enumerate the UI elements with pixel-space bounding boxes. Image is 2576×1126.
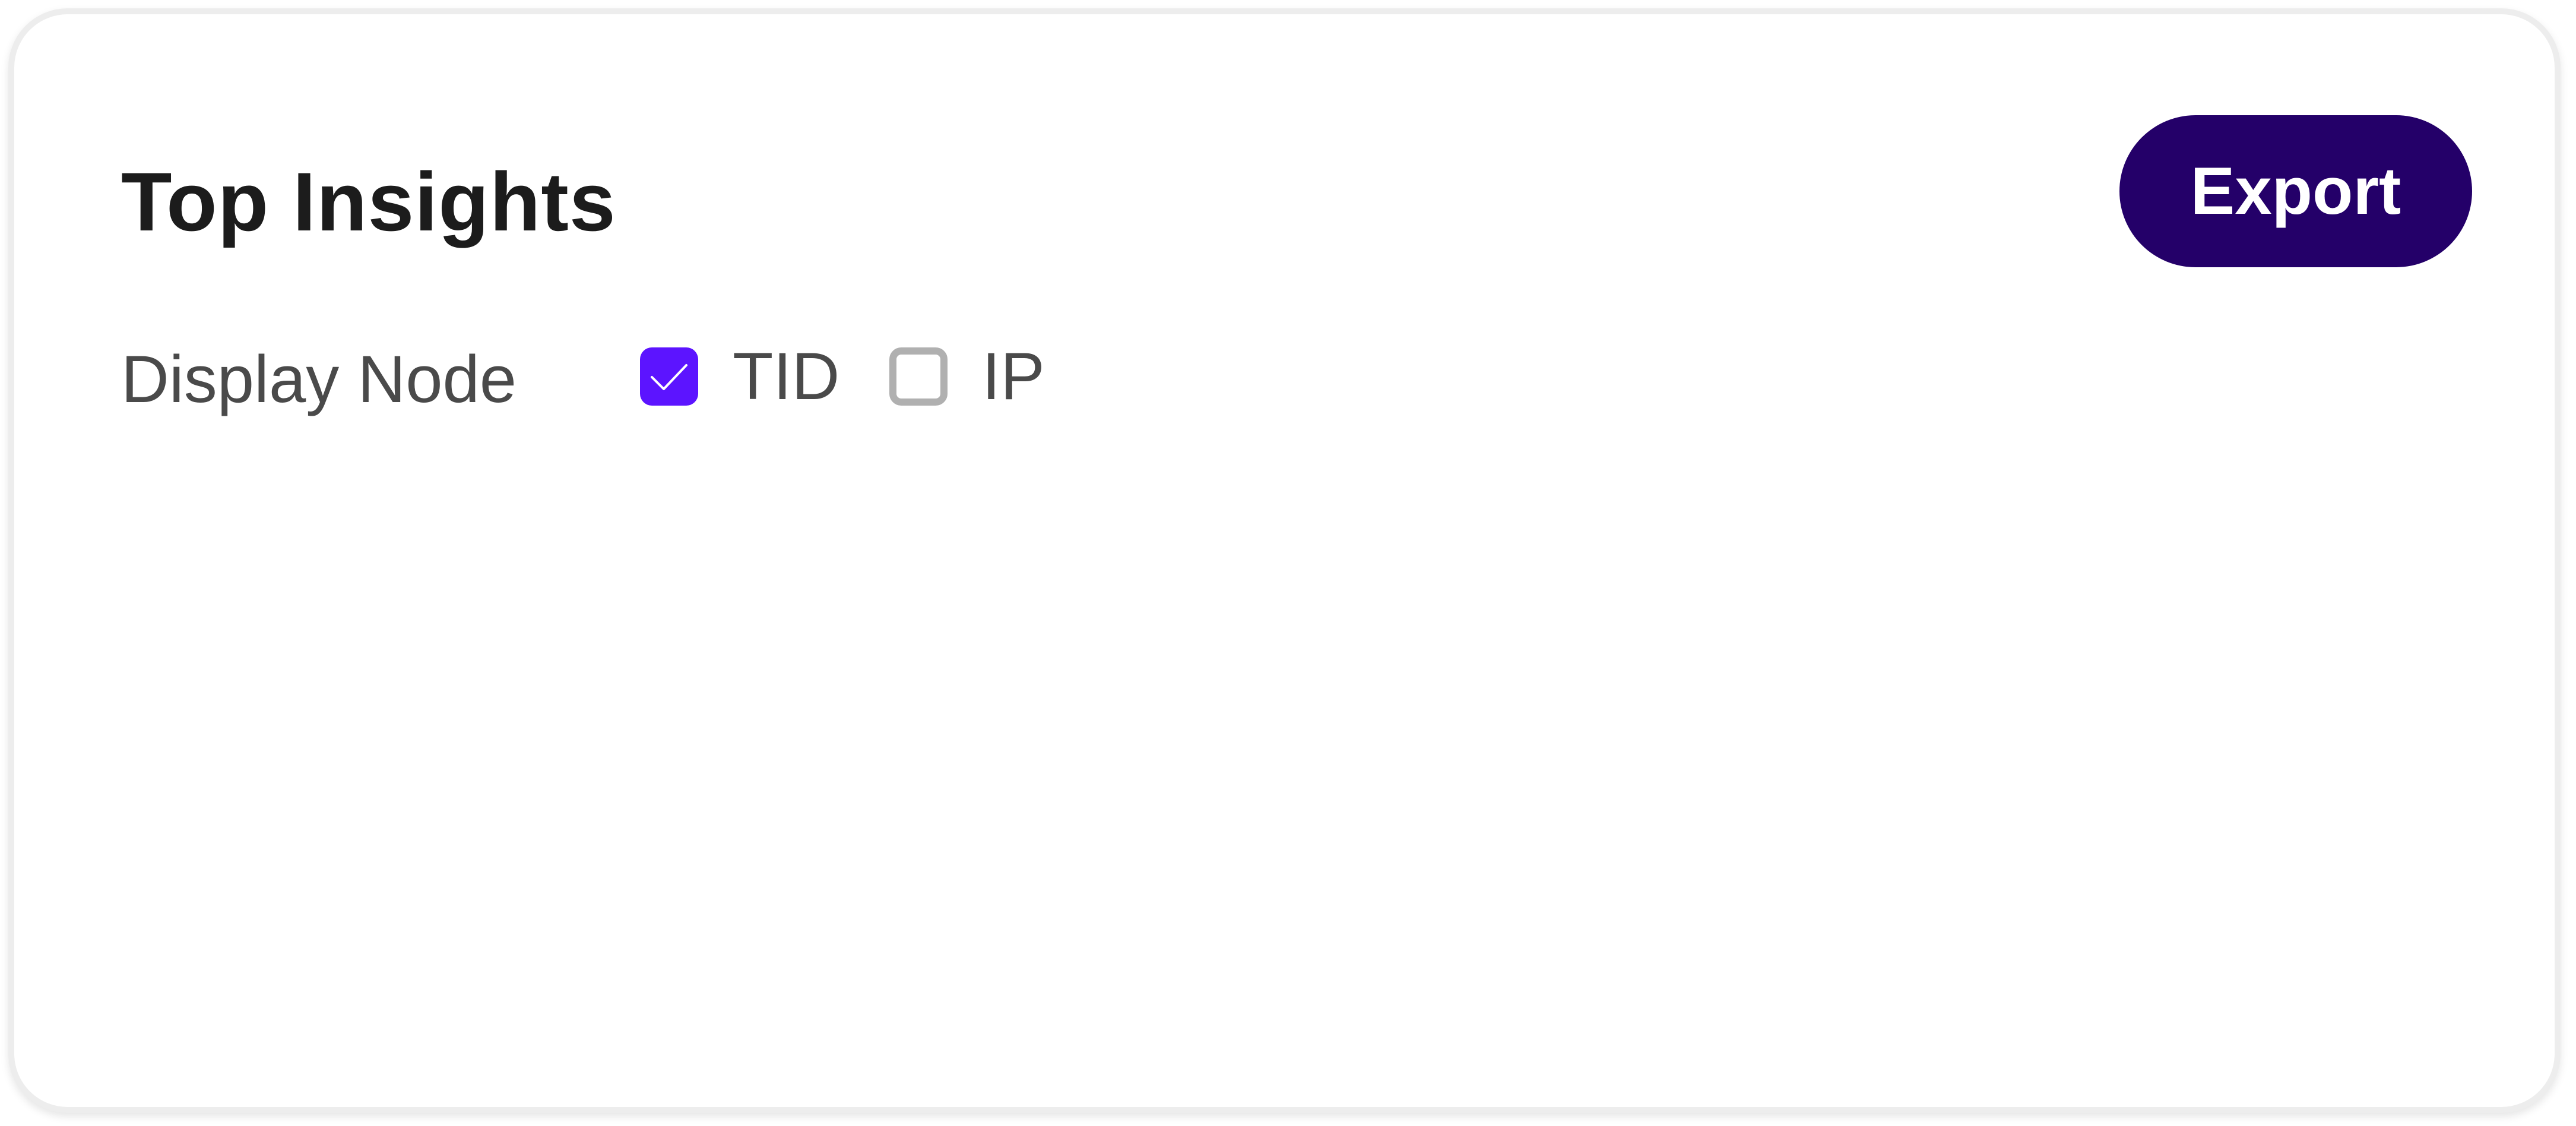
display-node-label: Display Node (121, 342, 517, 416)
top-insights-card: Top Insights Export Display Node TID IP (8, 8, 2561, 1113)
ip-label: IP (982, 339, 1045, 413)
export-button[interactable]: Export (2119, 115, 2472, 267)
tid-label: TID (733, 339, 840, 413)
display-node-option-tid[interactable]: TID (640, 335, 839, 418)
checkmark-icon (651, 364, 687, 390)
tid-checkbox[interactable] (640, 347, 698, 406)
display-node-option-ip[interactable]: IP (889, 335, 1045, 418)
panel-title: Top Insights (121, 155, 616, 248)
ip-checkbox[interactable] (889, 347, 948, 406)
